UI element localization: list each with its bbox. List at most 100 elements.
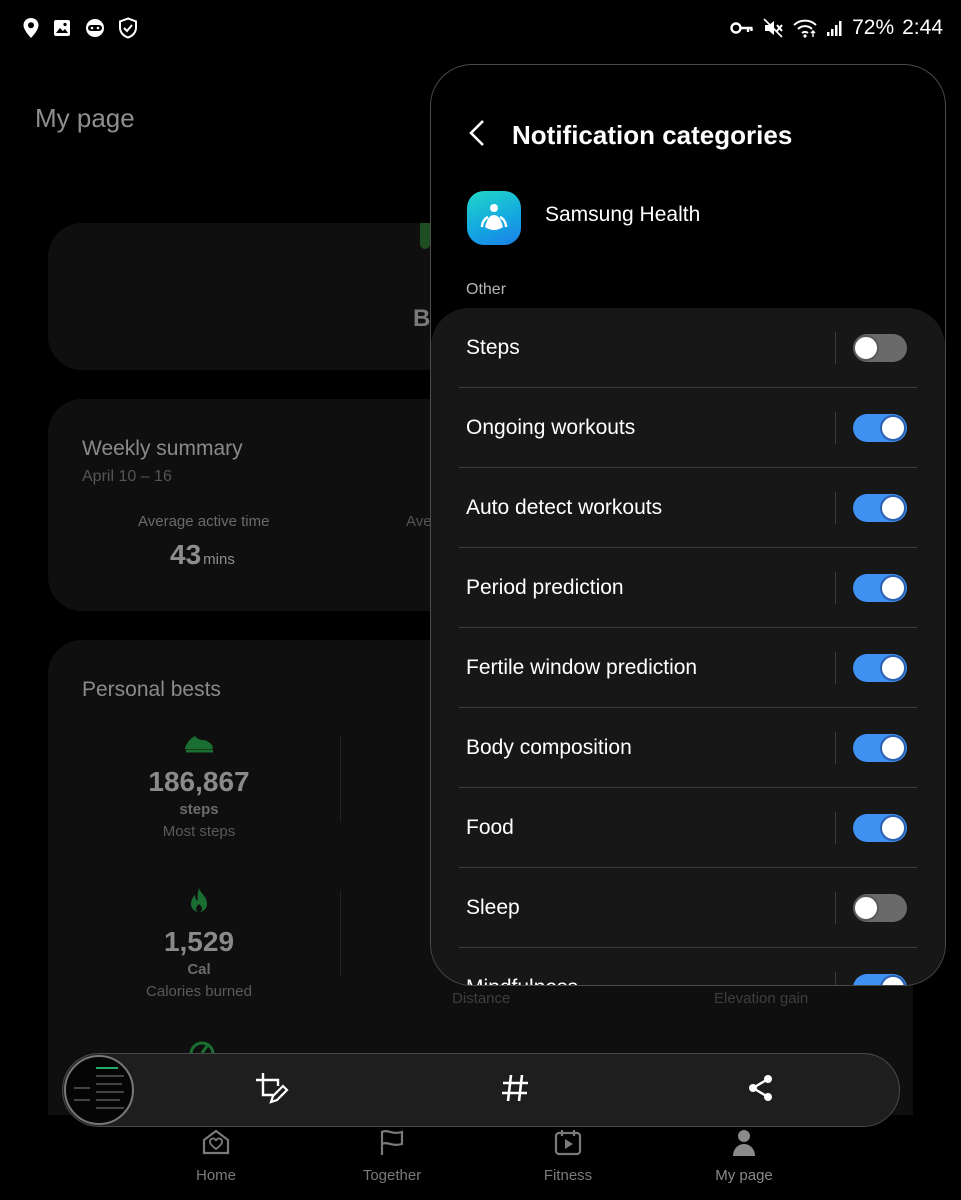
category-row-mindfulness[interactable]: Mindfulness: [431, 948, 945, 985]
weekly-summary-title: Weekly summary: [82, 437, 243, 460]
summary-card-text: B: [413, 305, 431, 332]
toggle-switch-sleep[interactable]: [853, 894, 907, 922]
personal-bests-title: Personal bests: [82, 678, 221, 701]
average-active-time-label: Average active time: [138, 513, 270, 530]
toggle-switch-food[interactable]: [853, 814, 907, 842]
row-separator: [835, 652, 836, 684]
toggle-knob: [880, 815, 906, 841]
nav-fitness[interactable]: Fitness: [480, 1128, 656, 1188]
personal-best-steps[interactable]: 186,867 steps Most steps: [84, 730, 314, 840]
category-row-food[interactable]: Food: [431, 788, 945, 868]
crop-edit-icon: [253, 1070, 289, 1111]
back-button[interactable]: [459, 117, 495, 153]
toggle-switch-fertile-window-prediction[interactable]: [853, 654, 907, 682]
wifi-icon: [792, 17, 818, 39]
toggle-knob: [880, 975, 906, 985]
nav-together-label: Together: [362, 1167, 422, 1184]
category-row-auto-detect-workouts[interactable]: Auto detect workouts: [431, 468, 945, 548]
home-heart-icon: [201, 1128, 231, 1161]
hashtag-button[interactable]: [495, 1070, 535, 1110]
category-label: Body composition: [466, 736, 632, 759]
toggle-switch-body-composition[interactable]: [853, 734, 907, 762]
nav-my-page[interactable]: My page: [656, 1128, 832, 1188]
screenshot-thumbnail[interactable]: [64, 1055, 134, 1125]
app-name: Samsung Health: [545, 203, 701, 226]
screenshot-toolbar: [62, 1053, 900, 1127]
crop-edit-button[interactable]: [251, 1070, 291, 1110]
category-label: Ongoing workouts: [466, 416, 636, 439]
toggle-knob: [880, 495, 906, 521]
category-label: Sleep: [466, 896, 520, 919]
card-accent-mark: [420, 223, 430, 249]
nav-fitness-label: Fitness: [543, 1167, 593, 1184]
row-separator: [835, 332, 836, 364]
toggle-knob: [853, 895, 879, 921]
bottom-navigation: Home Together Fitness My page: [128, 1128, 832, 1188]
toggle-switch-auto-detect-workouts[interactable]: [853, 494, 907, 522]
toggle-switch-period-prediction[interactable]: [853, 574, 907, 602]
samsung-health-app-icon: [467, 191, 521, 245]
battery-percent: 72%: [852, 16, 895, 39]
status-bar: 72% 2:44: [0, 0, 961, 58]
toggle-switch-ongoing-workouts[interactable]: [853, 414, 907, 442]
toggle-switch-mindfulness[interactable]: [853, 974, 907, 985]
hashtag-icon: [499, 1072, 531, 1109]
person-icon: [729, 1128, 759, 1161]
category-label: Period prediction: [466, 576, 624, 599]
active-time-unit: mins: [203, 551, 235, 568]
row-separator: [835, 892, 836, 924]
distance-label: Distance: [452, 990, 511, 1007]
gallery-icon: [52, 18, 72, 38]
flag-icon: [377, 1128, 407, 1161]
category-row-sleep[interactable]: Sleep: [431, 868, 945, 948]
category-row-steps[interactable]: Steps: [431, 308, 945, 388]
panel-title: Notification categories: [512, 120, 793, 150]
toggle-knob: [880, 575, 906, 601]
notification-categories-panel: Notification categories Samsung Health O…: [430, 64, 946, 986]
category-label: Steps: [466, 336, 520, 359]
nav-my-page-label: My page: [715, 1167, 773, 1184]
page-title: My page: [35, 103, 135, 133]
toggle-switch-steps[interactable]: [853, 334, 907, 362]
nav-together[interactable]: Together: [304, 1128, 480, 1188]
calories-value: 1,529: [163, 926, 235, 957]
nav-home-label: Home: [195, 1167, 236, 1184]
shoe-icon: [84, 730, 314, 756]
row-separator: [835, 412, 836, 444]
nav-home[interactable]: Home: [128, 1128, 304, 1188]
row-separator: [835, 812, 836, 844]
partial-metric-label: Ave: [406, 513, 432, 530]
toggle-knob: [880, 655, 906, 681]
category-row-body-composition[interactable]: Body composition: [431, 708, 945, 788]
row-separator: [835, 972, 836, 985]
category-list: Steps Ongoing workouts Auto detect workout…: [431, 308, 945, 985]
signal-icon: [826, 19, 844, 37]
back-arrow-icon: [467, 118, 487, 153]
share-button[interactable]: [741, 1070, 781, 1110]
row-separator: [835, 492, 836, 524]
category-row-period-prediction[interactable]: Period prediction: [431, 548, 945, 628]
row-separator: [835, 732, 836, 764]
category-label: Fertile window prediction: [466, 656, 698, 679]
mute-icon: [762, 17, 784, 39]
shield-icon: [118, 17, 138, 39]
average-active-time-value: 43 mins: [170, 539, 235, 571]
steps-value: 186,867: [148, 766, 250, 797]
category-row-fertile-window-prediction[interactable]: Fertile window prediction: [431, 628, 945, 708]
game-launcher-icon: [84, 18, 106, 38]
active-time-number: 43: [170, 539, 202, 570]
elevation-gain-label: Elevation gain: [714, 990, 809, 1007]
steps-unit: steps: [179, 801, 219, 818]
category-label: Auto detect workouts: [466, 496, 663, 519]
location-icon: [22, 17, 40, 39]
calories-label: Calories burned: [146, 983, 252, 1000]
personal-best-calories[interactable]: 1,529 Cal Calories burned: [84, 886, 314, 1000]
play-calendar-icon: [553, 1128, 583, 1161]
weekly-summary-dates: April 10 – 16: [82, 468, 172, 485]
category-label: Food: [466, 816, 514, 839]
vpn-key-icon: [730, 20, 754, 36]
flame-icon: [84, 886, 314, 916]
calories-unit: Cal: [187, 961, 211, 978]
toggle-knob: [853, 335, 879, 361]
category-row-ongoing-workouts[interactable]: Ongoing workouts: [431, 388, 945, 468]
